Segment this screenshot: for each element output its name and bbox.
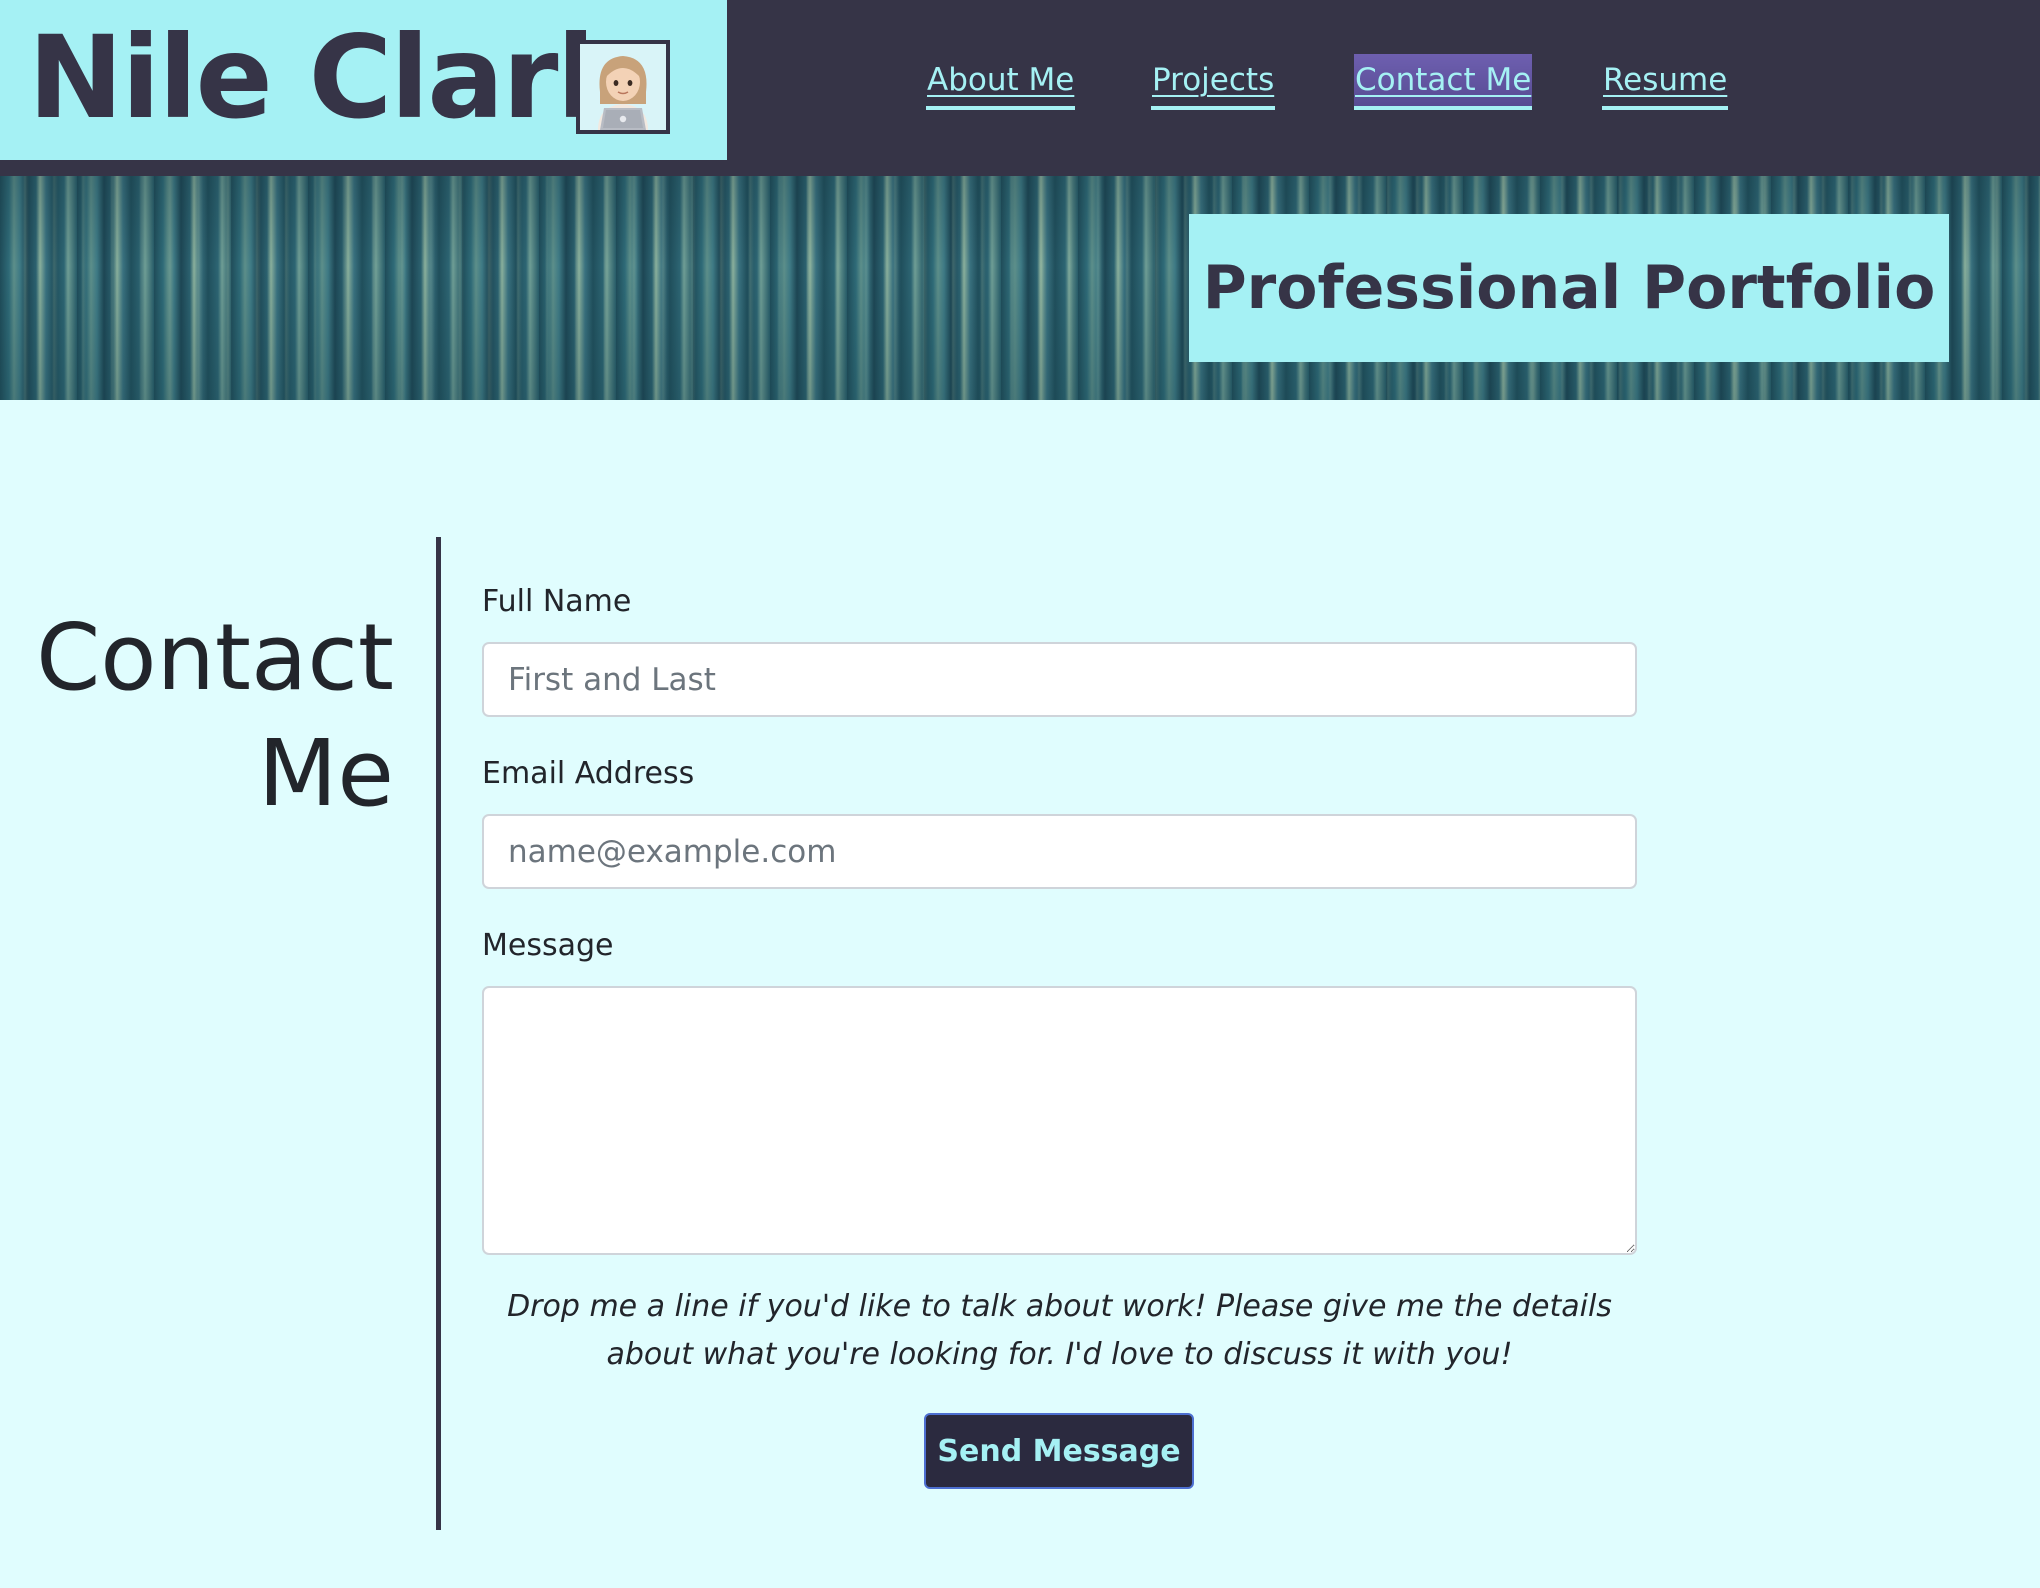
message-label: Message bbox=[482, 928, 614, 963]
nav-link-contact-me[interactable]: Contact Me bbox=[1354, 54, 1533, 110]
section-divider bbox=[436, 537, 441, 1530]
nav-link-projects[interactable]: Projects bbox=[1151, 54, 1276, 110]
nav-link-label: Resume bbox=[1603, 62, 1728, 98]
site-title: Nile Clark bbox=[28, 11, 632, 144]
site-header: Nile Clark About Me Projects Contact Me … bbox=[0, 0, 2040, 176]
woman-technologist-emoji-icon bbox=[576, 40, 670, 134]
hero-banner: Professional Portfolio bbox=[0, 176, 2040, 400]
email-address-label: Email Address bbox=[482, 756, 695, 791]
send-message-button[interactable]: Send Message bbox=[924, 1413, 1194, 1489]
contact-heading: Contact Me bbox=[36, 604, 394, 827]
portfolio-title: Professional Portfolio bbox=[1202, 253, 1936, 323]
nav-link-label: Contact Me bbox=[1355, 62, 1532, 98]
nav-link-label: Projects bbox=[1152, 62, 1275, 98]
brand-block: Nile Clark bbox=[0, 0, 727, 160]
message-textarea[interactable] bbox=[482, 986, 1637, 1255]
nav-link-about-me[interactable]: About Me bbox=[926, 54, 1076, 110]
nav-link-label: About Me bbox=[927, 62, 1075, 98]
contact-note: Drop me a line if you'd like to talk abo… bbox=[507, 1289, 1612, 1372]
email-input[interactable] bbox=[482, 814, 1637, 889]
portfolio-title-box: Professional Portfolio bbox=[1189, 214, 1949, 362]
full-name-input[interactable] bbox=[482, 642, 1637, 717]
full-name-label: Full Name bbox=[482, 584, 632, 619]
nav-link-resume[interactable]: Resume bbox=[1602, 54, 1729, 110]
